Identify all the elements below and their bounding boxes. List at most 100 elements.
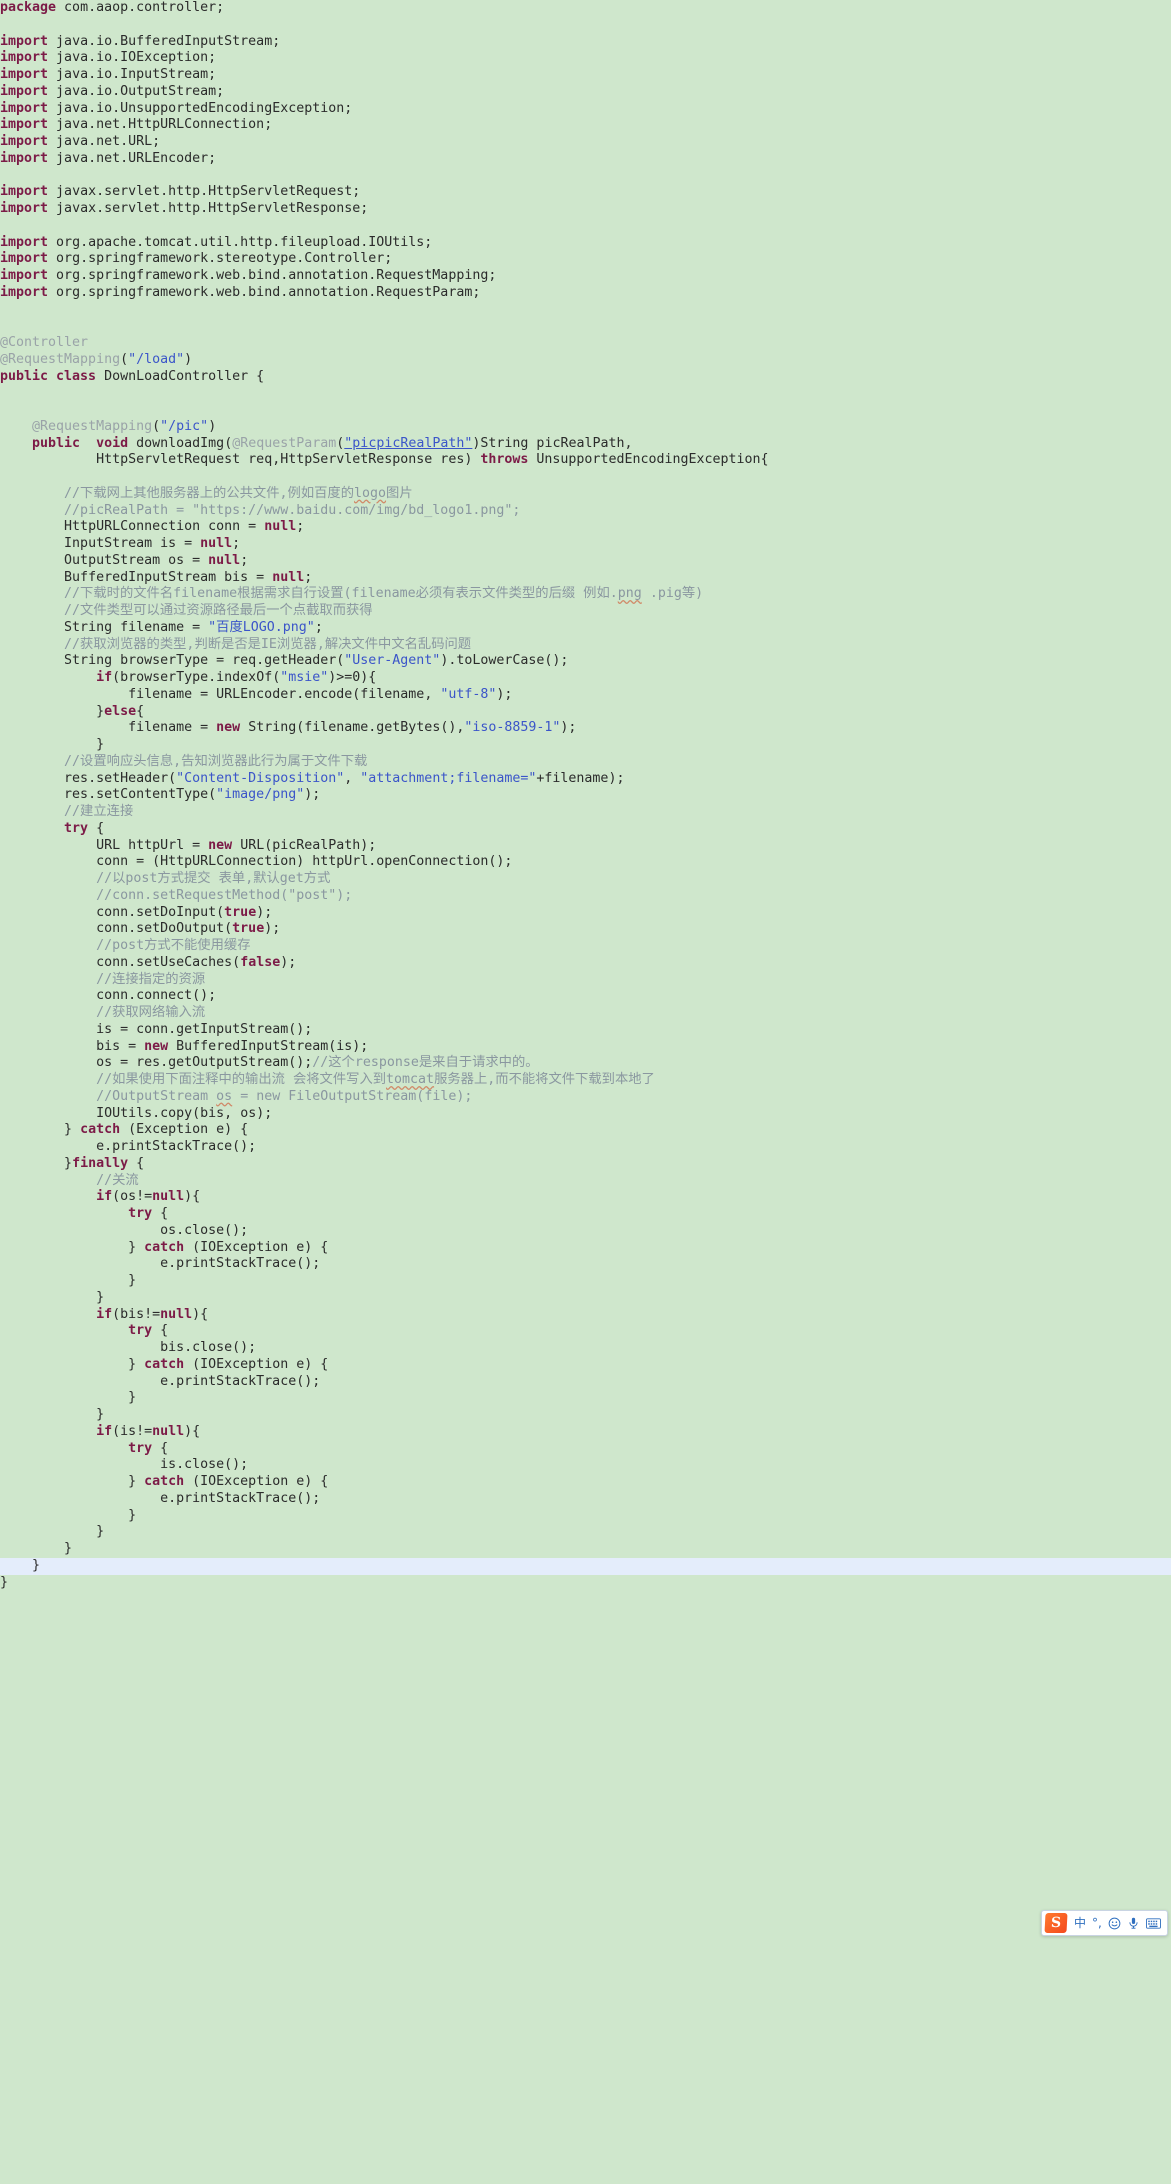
code-line: //获取网络输入流 [96,1005,206,1020]
code-line: @Controller [0,335,89,350]
code-line: os.close(); [160,1222,249,1238]
code-line: //连接指定的资源 [96,971,206,987]
code-line: os = res.getOutputStream();//这个response是… [96,1055,539,1071]
code-line: try { [64,820,105,836]
code-line: } [96,1524,105,1540]
code-line: bis.close(); [160,1340,257,1355]
soft-keyboard-icon[interactable] [1143,1913,1164,1933]
code-line: //conn.setRequestMethod("post"); [96,887,353,903]
code-content[interactable]: package com.aaop.controller; import java… [0,0,1171,1591]
code-line: @RequestMapping("/pic") [32,418,217,434]
code-line: } [0,1557,1171,1575]
code-line: OutputStream os = null; [64,552,249,568]
code-line: //下载时的文件名filename根据需求自行设置(filename必须有表示文… [64,586,704,602]
code-line: } [0,1574,9,1590]
code-line: }finally { [64,1155,145,1171]
code-line: //以post方式提交 表单,默认get方式 [96,871,331,886]
code-line: try { [128,1323,169,1339]
code-line: import javax.servlet.http.HttpServletRes… [0,201,369,216]
code-line: if(bis!=null){ [96,1306,209,1322]
code-line: res.setContentType("image/png"); [64,787,321,803]
code-line: if(os!=null){ [96,1189,201,1205]
code-line: import org.springframework.stereotype.Co… [0,251,393,267]
code-line: import org.apache.tomcat.util.http.fileu… [0,234,433,250]
voice-input-icon[interactable] [1124,1913,1143,1933]
code-line: } [64,1541,73,1556]
sogou-ime-toolbar[interactable]: S 中 °, [1041,1910,1168,1936]
code-line: try { [128,1440,169,1456]
code-line: }else{ [96,703,145,719]
code-line: } [96,1289,105,1305]
code-line: conn.setUseCaches(false); [96,954,297,970]
code-line: String filename = "百度LOGO.png"; [64,619,323,635]
code-line: conn.setDoOutput(true); [96,921,281,937]
code-line: conn = (HttpURLConnection) httpUrl.openC… [96,854,513,870]
code-line: conn.connect(); [96,988,217,1004]
code-line: String browserType = req.getHeader("User… [64,653,569,669]
code-line: package com.aaop.controller; [0,0,225,15]
code-line: import java.net.HttpURLConnection; [0,117,273,133]
code-line: } catch (IOException e) { [128,1239,329,1255]
code-line: e.printStackTrace(); [160,1256,321,1272]
code-line: bis = new BufferedInputStream(is); [96,1038,369,1054]
code-line: import org.springframework.web.bind.anno… [0,268,497,283]
code-line: conn.setDoInput(true); [96,904,273,920]
code-line: public class DownLoadController { [0,368,265,384]
code-line: //设置响应头信息,告知浏览器此行为属于文件下载 [64,753,368,769]
code-line: @RequestMapping("/load") [0,351,193,367]
code-line: //获取浏览器的类型,判断是否是IE浏览器,解决文件中文名乱码问题 [64,636,472,652]
code-line: BufferedInputStream bis = null; [64,569,313,585]
code-line: //post方式不能使用缓存 [96,938,251,953]
code-line: //建立连接 [64,804,134,819]
code-line: public void downloadImg(@RequestParam("p… [32,435,633,451]
code-line: import javax.servlet.http.HttpServletReq… [0,184,361,200]
code-line: //picRealPath = "https://www.baidu.com/i… [64,502,521,518]
code-line: is = conn.getInputStream(); [96,1021,313,1037]
code-line: import java.net.URLEncoder; [0,150,217,166]
code-editor[interactable]: package com.aaop.controller; import java… [0,0,1171,2184]
code-line: } catch (IOException e) { [128,1356,329,1372]
code-line: } catch (IOException e) { [128,1474,329,1489]
code-line: //如果使用下面注释中的输出流 会将文件写入到tomcat服务器上,而不能将文件… [96,1072,655,1087]
code-line: filename = URLEncoder.encode(filename, "… [128,686,513,702]
code-line: //下载网上其他服务器上的公共文件,例如百度的logo图片 [64,485,413,501]
code-line: } [128,1507,137,1523]
code-line: import java.io.OutputStream; [0,83,225,99]
code-line: InputStream is = null; [64,536,241,551]
code-line: is.close(); [160,1457,249,1473]
code-line: HttpURLConnection conn = null; [64,519,305,535]
punctuation-mode-icon[interactable]: °, [1089,1913,1105,1933]
code-line: filename = new String(filename.getBytes(… [128,720,577,736]
code-line: import java.io.InputStream; [0,67,217,82]
code-line: e.printStackTrace(); [96,1139,257,1154]
emoji-icon[interactable] [1105,1913,1124,1933]
sogou-logo-icon[interactable]: S [1044,1913,1068,1933]
code-line: import org.springframework.web.bind.anno… [0,284,481,300]
code-line: } [128,1273,137,1288]
code-line: } [96,1407,105,1422]
code-line: IOUtils.copy(bis, os); [96,1105,273,1121]
code-line: import java.io.IOException; [0,50,217,66]
code-line: e.printStackTrace(); [160,1373,321,1389]
code-line: try { [128,1206,169,1221]
code-line: } catch (Exception e) { [64,1122,249,1138]
code-line: } [96,737,105,752]
code-line: res.setHeader("Content-Disposition", "at… [64,770,625,786]
code-line: //关流 [96,1172,139,1188]
code-line: //文件类型可以通过资源路径最后一个点截取而获得 [64,603,373,618]
code-line: e.printStackTrace(); [160,1490,321,1506]
code-line: HttpServletRequest req,HttpServletRespon… [96,452,769,468]
code-line: if(is!=null){ [96,1423,201,1439]
code-line: if(browserType.indexOf("msie")>=0){ [96,670,377,685]
language-mode-icon[interactable]: 中 [1071,1913,1089,1933]
code-line: URL httpUrl = new URL(picRealPath); [96,837,377,853]
code-line: import java.io.BufferedInputStream; [0,33,281,49]
